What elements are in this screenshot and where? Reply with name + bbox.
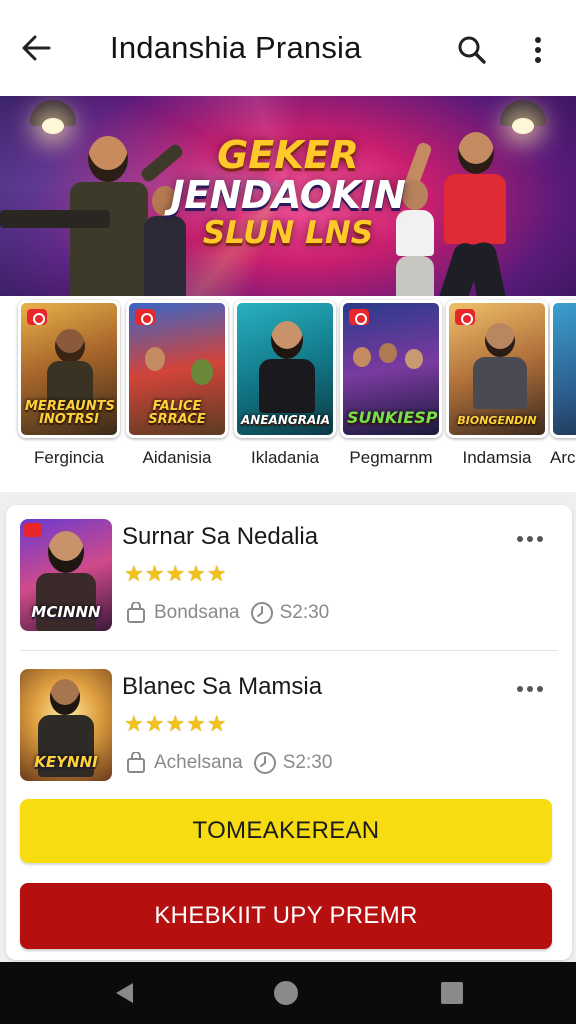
primary-button[interactable]: TOMEAKEREAN xyxy=(20,799,552,863)
list-item-category: Achelsana xyxy=(154,752,243,773)
app-bar: Indanshia Pransia xyxy=(0,0,576,96)
list-item-duration: S2:30 xyxy=(279,602,330,623)
game-name: Ikladania xyxy=(250,448,320,467)
search-icon[interactable] xyxy=(450,28,494,72)
bag-icon xyxy=(124,601,148,625)
system-nav-bar xyxy=(0,962,576,1024)
banner-line-3: SLUN LNS xyxy=(202,215,374,251)
list-item-meta: Achelsana S2:30 xyxy=(124,751,332,775)
game-name: Pegmarnm xyxy=(349,448,433,467)
game-card[interactable]: FALICE SRRACE Aidanisia xyxy=(126,300,228,468)
game-thumbnail: SUNKIESP xyxy=(340,300,442,438)
list-item-title: Surnar Sa Nedalia xyxy=(122,523,319,550)
game-thumbnail: FALICE SRRACE xyxy=(126,300,228,438)
game-card[interactable]: SUNKIESP Pegmarnm xyxy=(340,300,442,468)
list-item[interactable]: KEYNNI Blanec Sa Mamsia ★★★★★ Achelsana … xyxy=(6,655,572,795)
game-thumbnail: ANEANGRAIA xyxy=(234,300,336,438)
list-item-thumbnail: MCINNN xyxy=(20,519,112,631)
page-title: Indanshia Pransia xyxy=(110,30,362,65)
game-art-text: FALICE SRRACE xyxy=(148,398,206,428)
clock-icon xyxy=(253,751,277,775)
game-thumbnail: MEREAUNTS INOTRSI xyxy=(18,300,120,438)
badge-icon xyxy=(135,309,155,325)
game-card[interactable]: BIONGENDIN Indamsia xyxy=(446,300,548,468)
game-thumbnail: BIONGENDIN xyxy=(446,300,548,438)
game-art-text: SUNKIESP xyxy=(347,408,438,428)
divider xyxy=(20,650,558,651)
games-carousel[interactable]: MEREAUNTS INOTRSI Fergincia FALICE SRRAC… xyxy=(0,296,576,492)
more-horiz-icon[interactable] xyxy=(510,677,550,701)
more-horiz-icon[interactable] xyxy=(510,527,550,551)
list-item-title: Blanec Sa Mamsia xyxy=(122,673,323,700)
badge-icon xyxy=(349,309,369,325)
bag-icon xyxy=(124,751,148,775)
badge-icon xyxy=(27,309,47,325)
game-card[interactable]: MEREAUNTS INOTRSI Fergincia xyxy=(18,300,120,468)
arrow-back-icon[interactable] xyxy=(14,26,58,70)
banner-line-1: GEKER xyxy=(217,133,359,177)
clock-icon xyxy=(250,601,274,625)
game-art-text: BIONGENDIN xyxy=(457,414,537,428)
badge-icon xyxy=(455,309,475,325)
nav-back-icon[interactable] xyxy=(106,976,142,1010)
game-card[interactable]: ANEANGRAIA Ikladania xyxy=(234,300,336,468)
list-item-meta: Bondsana S2:30 xyxy=(124,601,329,625)
game-name: Aidanisia xyxy=(142,448,212,467)
secondary-button[interactable]: KHEBKIIT UPY PREMR xyxy=(20,883,552,949)
list-item-duration: S2:30 xyxy=(282,752,333,773)
rating-stars: ★★★★★ xyxy=(124,561,228,586)
game-name: Fergincia xyxy=(34,448,104,467)
list-item-art-text: MCINNN xyxy=(31,603,101,621)
game-art-text: MEREAUNTS INOTRSI xyxy=(25,398,115,428)
badge-icon xyxy=(24,523,42,537)
app-screen: Indanshia Pransia GEKER JENDAOKIN SLUN L… xyxy=(0,0,576,1024)
game-name: Indamsia xyxy=(462,448,532,467)
list-item-art-text: KEYNNI xyxy=(34,753,98,771)
list-item-thumbnail: KEYNNI xyxy=(20,669,112,781)
list-item-category: Bondsana xyxy=(154,602,240,623)
game-card[interactable]: Arc xyxy=(550,300,576,468)
game-list-card: MCINNN Surnar Sa Nedalia ★★★★★ Bondsana … xyxy=(6,505,572,960)
banner-line-2: JENDAOKIN xyxy=(170,173,406,217)
rating-stars: ★★★★★ xyxy=(124,711,228,736)
game-thumbnail xyxy=(550,300,576,438)
nav-home-icon[interactable] xyxy=(268,976,304,1010)
game-art-text: ANEANGRAIA xyxy=(241,413,330,428)
game-name: Arc xyxy=(550,448,576,467)
banner-headline: GEKER JENDAOKIN SLUN LNS xyxy=(170,136,406,249)
list-item[interactable]: MCINNN Surnar Sa Nedalia ★★★★★ Bondsana … xyxy=(6,505,572,645)
nav-recents-icon[interactable] xyxy=(434,976,470,1010)
more-vert-icon[interactable] xyxy=(518,28,558,72)
